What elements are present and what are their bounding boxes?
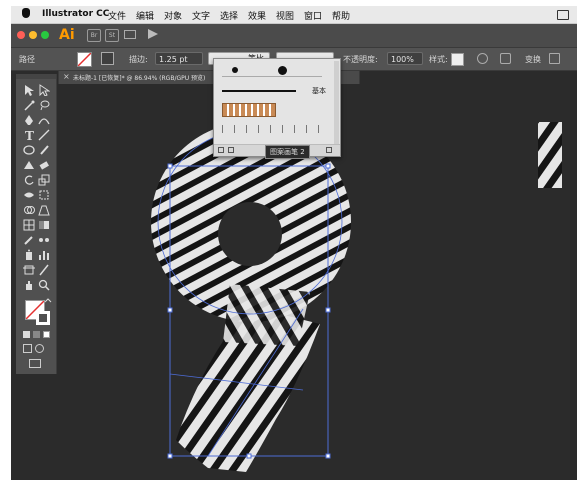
- draw-mode-button[interactable]: [23, 344, 32, 353]
- transform-link[interactable]: 变换: [525, 54, 541, 65]
- svg-text:T: T: [25, 129, 34, 141]
- swap-fill-stroke-icon[interactable]: [44, 298, 52, 306]
- paintbrush-tool-icon[interactable]: [38, 144, 50, 156]
- brush-tooltip: 图案画笔 2: [265, 145, 310, 159]
- eyedropper-tool-icon[interactable]: [23, 234, 35, 246]
- basic-brush-label: 基本: [312, 87, 326, 95]
- stroke-weight-label: 描边:: [129, 55, 148, 64]
- ai-logo: Ai: [59, 27, 75, 43]
- brush-row-pattern-orange[interactable]: [220, 101, 330, 119]
- free-transform-tool-icon[interactable]: [38, 189, 50, 201]
- hand-tool-icon[interactable]: [23, 279, 35, 291]
- bridge-icon[interactable]: Br: [87, 29, 101, 42]
- menu-window[interactable]: 窗口: [304, 9, 322, 22]
- menu-view[interactable]: 视图: [276, 9, 294, 22]
- popup-scrollbar[interactable]: [334, 61, 339, 145]
- fill-swatch[interactable]: [77, 52, 92, 67]
- gradient-mode-button[interactable]: [33, 331, 40, 338]
- opacity-field[interactable]: 100%: [387, 52, 423, 65]
- close-window-button[interactable]: [17, 31, 25, 39]
- document-title: 未标题-1 [已恢复]* @ 86.94% (RGB/GPU 预览): [73, 75, 206, 82]
- slice-tool-icon[interactable]: [38, 264, 50, 276]
- brush-definition-popup: 基本: [213, 58, 341, 157]
- recolor-artwork-icon[interactable]: [477, 53, 488, 64]
- brush-row-dots[interactable]: [220, 63, 330, 77]
- mac-menu-bar: Illustrator CC 文件 编辑 对象 文字 选择 效果 视图 窗口 帮…: [11, 6, 577, 24]
- zoom-tool-icon[interactable]: [38, 279, 50, 291]
- brush-row-pattern-stripes[interactable]: [220, 121, 330, 137]
- arrange-documents-icon[interactable]: [124, 30, 136, 39]
- align-icon[interactable]: [500, 53, 511, 64]
- type-tool-icon[interactable]: T: [23, 129, 35, 141]
- magic-wand-icon[interactable]: [23, 99, 35, 111]
- artboard-tool-icon[interactable]: [23, 264, 35, 276]
- isolate-icon[interactable]: [549, 53, 560, 64]
- selection-type-label: 路径: [19, 55, 35, 64]
- scale-tool-icon[interactable]: [38, 174, 50, 186]
- draw-behind-button[interactable]: [35, 344, 44, 353]
- shape-builder-tool-icon[interactable]: [23, 204, 35, 216]
- close-tab-icon[interactable]: ×: [63, 72, 70, 81]
- stripe-sample[interactable]: [538, 122, 562, 188]
- toolbar-grip[interactable]: [16, 74, 56, 79]
- illustrator-window: Illustrator CC 文件 编辑 对象 文字 选择 效果 视图 窗口 帮…: [11, 6, 577, 480]
- stock-icon[interactable]: St: [105, 29, 119, 42]
- width-tool-icon[interactable]: [23, 189, 35, 201]
- menu-app-name[interactable]: Illustrator CC: [42, 9, 109, 19]
- eraser-tool-icon[interactable]: [38, 159, 50, 171]
- mesh-tool-icon[interactable]: [23, 219, 35, 231]
- menu-file[interactable]: 文件: [108, 9, 126, 22]
- zoom-window-button[interactable]: [41, 31, 49, 39]
- opacity-label: 不透明度:: [343, 55, 378, 64]
- blend-tool-icon[interactable]: [38, 234, 50, 246]
- symbol-sprayer-tool-icon[interactable]: [23, 249, 35, 261]
- minimize-window-button[interactable]: [29, 31, 37, 39]
- digit-nine-overlap: [223, 284, 310, 346]
- send-icon[interactable]: [148, 29, 158, 39]
- none-mode-button[interactable]: [43, 331, 50, 338]
- ellipse-tool-icon[interactable]: [23, 144, 35, 156]
- menu-effect[interactable]: 效果: [248, 9, 266, 22]
- menu-help[interactable]: 帮助: [332, 9, 350, 22]
- style-swatch[interactable]: [451, 53, 464, 66]
- style-label: 样式:: [429, 55, 448, 64]
- stroke-weight-field[interactable]: 1.25 pt: [155, 52, 203, 65]
- menu-edit[interactable]: 编辑: [136, 9, 154, 22]
- curvature-tool-icon[interactable]: [38, 114, 50, 126]
- display-icon[interactable]: [557, 10, 569, 20]
- line-tool-icon[interactable]: [38, 129, 50, 141]
- apple-icon[interactable]: [22, 8, 30, 18]
- application-bar: Ai Br St: [11, 24, 577, 48]
- menu-object[interactable]: 对象: [164, 9, 182, 22]
- menu-select[interactable]: 选择: [220, 9, 238, 22]
- selection-tool-icon[interactable]: [23, 84, 35, 96]
- brush-options-icon[interactable]: [228, 147, 234, 153]
- stroke-color-box[interactable]: [36, 311, 50, 325]
- column-graph-tool-icon[interactable]: [38, 249, 50, 261]
- brush-library-icon[interactable]: [218, 147, 224, 153]
- tools-panel: T: [16, 74, 57, 374]
- direct-selection-tool-icon[interactable]: [38, 84, 50, 96]
- stroke-swatch[interactable]: [101, 52, 114, 65]
- color-mode-button[interactable]: [23, 331, 30, 338]
- rotate-tool-icon[interactable]: [23, 174, 35, 186]
- brush-row-basic[interactable]: 基本: [220, 85, 330, 97]
- digit-nine-hole: [218, 202, 282, 266]
- screen-mode-button[interactable]: [29, 359, 41, 368]
- menu-type[interactable]: 文字: [192, 9, 210, 22]
- delete-brush-icon[interactable]: [326, 147, 332, 153]
- perspective-grid-tool-icon[interactable]: [38, 204, 50, 216]
- pen-tool-icon[interactable]: [23, 114, 35, 126]
- shaper-tool-icon[interactable]: [23, 159, 35, 171]
- lasso-tool-icon[interactable]: [38, 99, 50, 111]
- gradient-tool-icon[interactable]: [38, 219, 50, 231]
